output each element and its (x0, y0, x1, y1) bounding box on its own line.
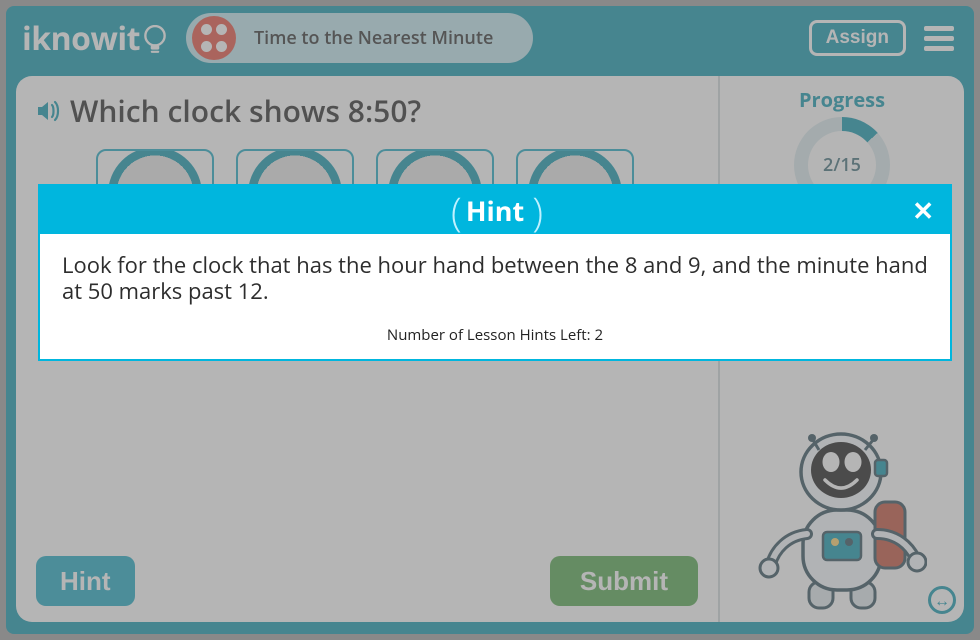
close-icon[interactable]: ✕ (912, 197, 934, 223)
hint-remaining: Number of Lesson Hints Left: 2 (62, 325, 928, 345)
bracket-right-icon: ) (532, 183, 539, 238)
hint-modal-title: Hint (466, 192, 524, 229)
hint-modal: ( Hint ) ✕ Look for the clock that has t… (38, 184, 952, 361)
hint-modal-body: Look for the clock that has the hour han… (40, 234, 950, 359)
hint-modal-header: ( Hint ) ✕ (40, 186, 950, 234)
bracket-left-icon: ( (451, 183, 458, 238)
hint-text: Look for the clock that has the hour han… (62, 252, 928, 305)
